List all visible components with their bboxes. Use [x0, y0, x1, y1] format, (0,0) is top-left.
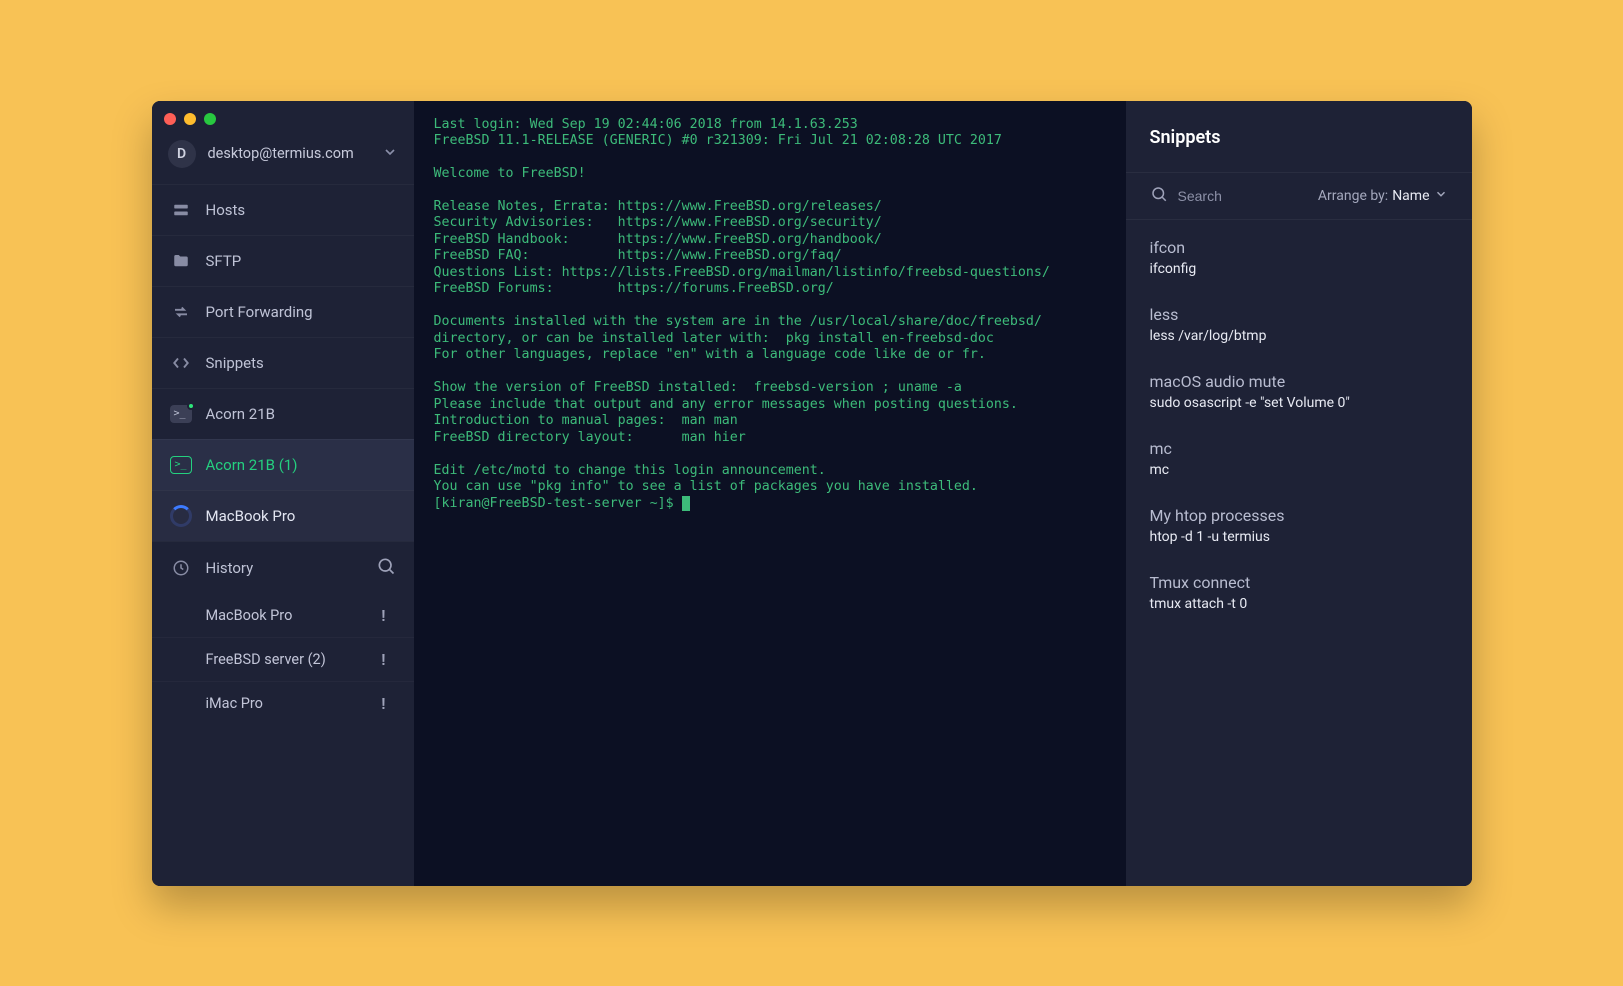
- session-label: MacBook Pro: [206, 507, 296, 525]
- nav-history[interactable]: History: [152, 541, 414, 594]
- nav-snippets-label: Snippets: [206, 354, 264, 372]
- session-label: Acorn 21B (1): [206, 456, 298, 474]
- sidebar: D desktop@termius.com Hosts SFTP Port Fo…: [152, 101, 414, 886]
- history-item-macbook-pro[interactable]: MacBook Pro !: [152, 594, 414, 637]
- snippets-panel: Snippets Arrange by: Name ifcon ifconfig: [1126, 101, 1472, 886]
- history-icon: [170, 557, 192, 579]
- session-label: Acorn 21B: [206, 405, 276, 423]
- snippet-title: macOS audio mute: [1150, 372, 1448, 391]
- snippet-item[interactable]: macOS audio mute sudo osascript -e "set …: [1150, 358, 1448, 425]
- panel-toolbar: Arrange by: Name: [1126, 172, 1472, 220]
- arrange-by-dropdown[interactable]: Arrange by: Name: [1318, 187, 1448, 205]
- session-macbook-pro[interactable]: MacBook Pro: [152, 490, 414, 541]
- snippet-title: Tmux connect: [1150, 573, 1448, 592]
- nav-sftp[interactable]: SFTP: [152, 235, 414, 286]
- history-item-label: FreeBSD server (2): [206, 651, 326, 668]
- account-label: desktop@termius.com: [208, 145, 370, 162]
- session-acorn-21b-1[interactable]: >_ Acorn 21B (1): [152, 439, 414, 490]
- terminal-cursor: [682, 496, 690, 511]
- nav-hosts[interactable]: Hosts: [152, 184, 414, 235]
- avatar: D: [168, 140, 196, 168]
- maximize-window-button[interactable]: [204, 113, 216, 125]
- snippet-item[interactable]: Tmux connect tmux attach -t 0: [1150, 559, 1448, 626]
- chevron-down-icon: [382, 144, 398, 164]
- account-dropdown[interactable]: D desktop@termius.com: [152, 128, 414, 184]
- snippets-icon: [170, 352, 192, 374]
- loading-spinner-icon: [170, 505, 192, 527]
- search-icon[interactable]: [376, 556, 396, 580]
- history-item-imac-pro[interactable]: iMac Pro !: [152, 681, 414, 725]
- nav-sftp-label: SFTP: [206, 252, 242, 270]
- nav-hosts-label: Hosts: [206, 201, 246, 219]
- snippet-command: ifconfig: [1150, 261, 1448, 277]
- panel-title: Snippets: [1126, 101, 1472, 172]
- session-acorn-21b[interactable]: >_ Acorn 21B: [152, 388, 414, 439]
- app-window: D desktop@termius.com Hosts SFTP Port Fo…: [152, 101, 1472, 886]
- snippet-item[interactable]: mc mc: [1150, 425, 1448, 492]
- close-window-button[interactable]: [164, 113, 176, 125]
- terminal-pane[interactable]: Last login: Wed Sep 19 02:44:06 2018 fro…: [414, 101, 1126, 886]
- alert-icon: !: [381, 694, 385, 713]
- history-item-freebsd-server[interactable]: FreeBSD server (2) !: [152, 637, 414, 681]
- arrange-by-value: Name: [1392, 188, 1429, 204]
- snippets-search[interactable]: [1150, 185, 1268, 207]
- snippets-search-input[interactable]: [1178, 188, 1268, 204]
- nav-snippets[interactable]: Snippets: [152, 337, 414, 388]
- snippet-command: sudo osascript -e "set Volume 0": [1150, 395, 1448, 411]
- terminal-icon: >_: [170, 403, 192, 425]
- arrange-by-label: Arrange by:: [1318, 188, 1388, 204]
- terminal-output: Last login: Wed Sep 19 02:44:06 2018 fro…: [434, 117, 1106, 513]
- history-item-label: MacBook Pro: [206, 607, 293, 624]
- folder-icon: [170, 250, 192, 272]
- nav-port-forwarding[interactable]: Port Forwarding: [152, 286, 414, 337]
- snippet-list: ifcon ifconfig less less /var/log/btmp m…: [1126, 220, 1472, 630]
- snippet-title: My htop processes: [1150, 506, 1448, 525]
- minimize-window-button[interactable]: [184, 113, 196, 125]
- alert-icon: !: [381, 606, 385, 625]
- snippet-command: tmux attach -t 0: [1150, 596, 1448, 612]
- snippet-title: less: [1150, 305, 1448, 324]
- alert-icon: !: [381, 650, 385, 669]
- terminal-icon: >_: [170, 454, 192, 476]
- nav-port-forwarding-label: Port Forwarding: [206, 303, 313, 321]
- window-controls: [164, 113, 216, 125]
- snippet-item[interactable]: My htop processes htop -d 1 -u termius: [1150, 492, 1448, 559]
- snippet-item[interactable]: less less /var/log/btmp: [1150, 291, 1448, 358]
- history-item-label: iMac Pro: [206, 695, 263, 712]
- history-label: History: [206, 559, 254, 577]
- snippet-title: ifcon: [1150, 238, 1448, 257]
- search-icon: [1150, 185, 1168, 207]
- snippet-item[interactable]: ifcon ifconfig: [1150, 224, 1448, 291]
- snippet-title: mc: [1150, 439, 1448, 458]
- chevron-down-icon: [1434, 187, 1448, 205]
- port-forwarding-icon: [170, 301, 192, 323]
- hosts-icon: [170, 199, 192, 221]
- snippet-command: less /var/log/btmp: [1150, 328, 1448, 344]
- snippet-command: mc: [1150, 462, 1448, 478]
- snippet-command: htop -d 1 -u termius: [1150, 529, 1448, 545]
